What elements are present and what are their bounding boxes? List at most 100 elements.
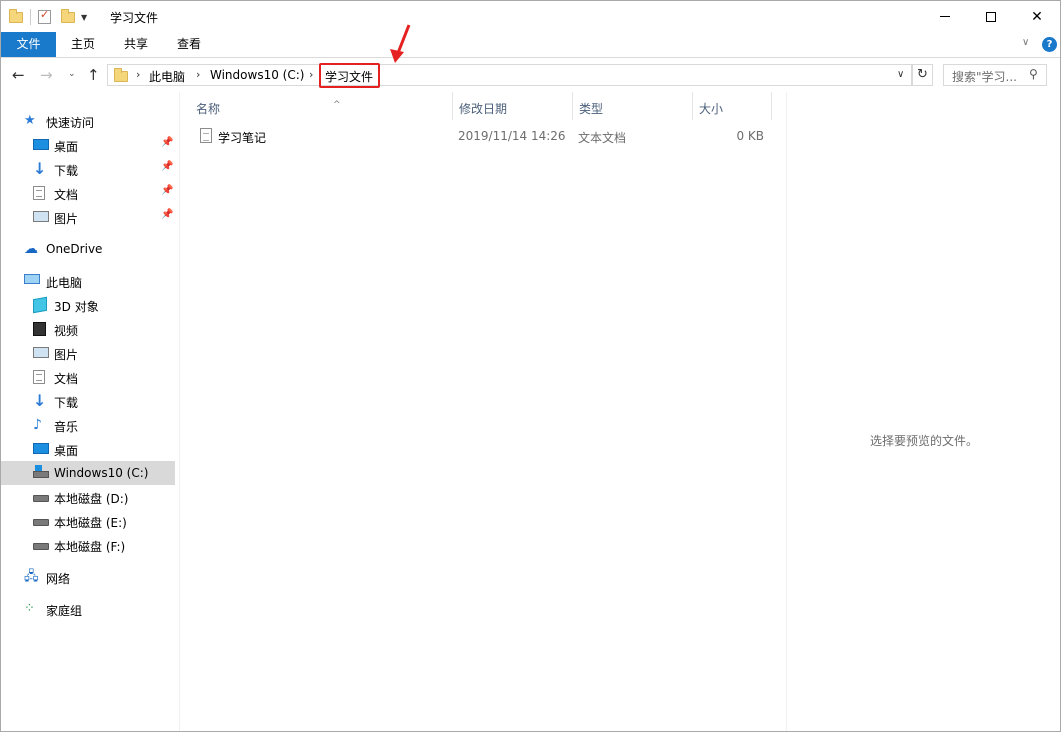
search-placeholder: 搜索"学习... xyxy=(952,70,1017,84)
refresh-button[interactable]: ↻ xyxy=(912,64,933,86)
sidebar-item-label: 本地磁盘 (E:) xyxy=(54,516,127,530)
sidebar-item-drive-f[interactable]: 本地磁盘 (F:) xyxy=(1,533,175,557)
sort-ascending-icon: ^ xyxy=(333,100,341,110)
sidebar-item-label: OneDrive xyxy=(46,242,103,256)
text-file-icon xyxy=(200,128,212,143)
sidebar-item-label: 桌面 xyxy=(54,444,79,458)
music-icon: ♪ xyxy=(33,417,42,433)
sidebar-item-label: 3D 对象 xyxy=(54,300,99,314)
column-header-label: 大小 xyxy=(699,102,724,116)
annotation-highlight-box xyxy=(319,63,380,88)
sidebar-item-label: 下载 xyxy=(54,396,79,410)
3d-objects-icon xyxy=(33,296,47,314)
sidebar-item-documents-pc[interactable]: 文档 xyxy=(1,365,175,389)
sidebar-item-label: 本地磁盘 (D:) xyxy=(54,492,129,506)
sidebar-item-downloads[interactable]: ↓ 下载 📌 xyxy=(1,157,175,181)
ribbon-tabs: 文件 主页 共享 查看 ∨ ? xyxy=(1,32,1060,58)
close-button[interactable]: ✕ xyxy=(1014,1,1060,32)
sidebar-item-label: 图片 xyxy=(54,212,79,226)
sidebar-item-label: 下载 xyxy=(54,164,79,178)
sidebar-item-3d-objects[interactable]: 3D 对象 xyxy=(1,293,175,317)
tab-share[interactable]: 共享 xyxy=(114,32,158,57)
address-history-chevron-icon[interactable]: ∨ xyxy=(897,69,904,80)
column-header-date[interactable]: 修改日期 xyxy=(452,92,572,120)
forward-arrow-icon[interactable]: → xyxy=(40,66,53,84)
sidebar-item-network[interactable]: 🖧 网络 xyxy=(1,565,175,589)
sidebar-item-downloads-pc[interactable]: ↓ 下载 xyxy=(1,389,175,413)
sidebar-item-this-pc[interactable]: 此电脑 xyxy=(1,269,175,293)
address-bar[interactable]: › 此电脑 › Windows10 (C:) › 学习文件 xyxy=(107,64,912,86)
star-icon: ★ xyxy=(24,113,36,128)
maximize-icon xyxy=(986,11,996,22)
document-icon xyxy=(33,186,45,200)
sidebar-item-videos[interactable]: 视频 xyxy=(1,317,175,341)
sidebar-item-drive-c[interactable]: Windows10 (C:) xyxy=(1,461,175,485)
breadcrumb-drive-c[interactable]: Windows10 (C:) xyxy=(210,68,304,82)
back-arrow-icon[interactable]: ← xyxy=(12,66,25,84)
column-header-label: 名称 xyxy=(196,102,221,116)
column-header-label: 修改日期 xyxy=(459,102,508,116)
refresh-icon: ↻ xyxy=(917,67,928,82)
drive-icon xyxy=(33,519,49,526)
search-box[interactable]: 搜索"学习... ⚲ xyxy=(943,64,1047,86)
pin-icon[interactable]: 📌 xyxy=(161,161,173,172)
sidebar-item-onedrive[interactable]: ☁ OneDrive xyxy=(1,237,175,261)
sidebar-item-pictures-pc[interactable]: 图片 xyxy=(1,341,175,365)
breadcrumb-chevron-icon[interactable]: › xyxy=(136,68,140,81)
sidebar-item-label: 桌面 xyxy=(54,140,79,154)
breadcrumb-this-pc[interactable]: 此电脑 xyxy=(149,68,185,85)
sidebar-item-desktop-pc[interactable]: 桌面 xyxy=(1,437,175,461)
navigation-pane: ★ 快速访问 桌面 📌 ↓ 下载 📌 文档 📌 图片 📌 ☁ OneDrive … xyxy=(1,98,178,731)
picture-icon xyxy=(33,347,49,358)
sidebar-item-label: 本地磁盘 (F:) xyxy=(54,540,126,554)
expand-ribbon-chevron-icon[interactable]: ∨ xyxy=(1022,37,1029,48)
download-icon: ↓ xyxy=(33,159,47,178)
sidebar-item-drive-e[interactable]: 本地磁盘 (E:) xyxy=(1,509,175,533)
sidebar-item-drive-d[interactable]: 本地磁盘 (D:) xyxy=(1,485,175,509)
maximize-button[interactable] xyxy=(968,1,1014,32)
minimize-button[interactable] xyxy=(922,1,968,32)
picture-icon xyxy=(33,211,49,222)
properties-icon[interactable] xyxy=(38,8,51,24)
column-header-name[interactable]: ^ 名称 xyxy=(196,92,452,120)
computer-icon xyxy=(24,274,40,284)
new-folder-icon[interactable] xyxy=(61,8,75,23)
tab-file[interactable]: 文件 xyxy=(1,32,56,57)
sidebar-item-desktop[interactable]: 桌面 📌 xyxy=(1,133,175,157)
sidebar-item-homegroup[interactable]: ⁘ 家庭组 xyxy=(1,597,175,621)
column-header-size[interactable]: 大小 xyxy=(692,92,772,120)
sidebar-item-pictures[interactable]: 图片 📌 xyxy=(1,205,175,229)
breadcrumb-chevron-icon[interactable]: › xyxy=(196,68,200,81)
pin-icon[interactable]: 📌 xyxy=(161,185,173,196)
tab-view[interactable]: 查看 xyxy=(167,32,211,57)
document-icon xyxy=(33,370,45,384)
sidebar-item-quick-access[interactable]: ★ 快速访问 xyxy=(1,109,175,133)
close-icon: ✕ xyxy=(1031,8,1043,25)
sidebar-item-label: 图片 xyxy=(54,348,79,362)
column-header-type[interactable]: 类型 xyxy=(572,92,692,120)
cloud-icon: ☁ xyxy=(24,241,38,257)
sidebar-item-music[interactable]: ♪ 音乐 xyxy=(1,413,175,437)
sidebar-item-label: 音乐 xyxy=(54,420,79,434)
file-size: 0 KB xyxy=(736,129,764,143)
breadcrumb-chevron-icon[interactable]: › xyxy=(309,68,313,81)
sidebar-item-label: 文档 xyxy=(54,372,79,386)
download-icon: ↓ xyxy=(33,391,47,410)
preview-message: 选择要预览的文件。 xyxy=(869,434,978,448)
minimize-icon xyxy=(940,16,950,17)
help-icon[interactable]: ? xyxy=(1042,37,1057,52)
file-row[interactable]: 学习笔记 2019/11/14 14:26 文本文档 0 KB xyxy=(196,124,772,148)
file-name: 学习笔记 xyxy=(218,131,267,145)
desktop-icon xyxy=(33,139,49,150)
pin-icon[interactable]: 📌 xyxy=(161,209,173,220)
tab-home[interactable]: 主页 xyxy=(61,32,105,57)
up-arrow-icon[interactable]: ↑ xyxy=(87,66,100,84)
column-header-label: 类型 xyxy=(579,102,604,116)
sidebar-item-documents[interactable]: 文档 📌 xyxy=(1,181,175,205)
pin-icon[interactable]: 📌 xyxy=(161,137,173,148)
drive-icon xyxy=(33,543,49,550)
customize-toolbar-chevron-icon[interactable]: ▼ xyxy=(81,13,87,22)
sidebar-item-label: 网络 xyxy=(46,572,71,586)
homegroup-icon: ⁘ xyxy=(24,601,35,616)
recent-locations-chevron-icon[interactable]: ⌄ xyxy=(68,69,76,79)
